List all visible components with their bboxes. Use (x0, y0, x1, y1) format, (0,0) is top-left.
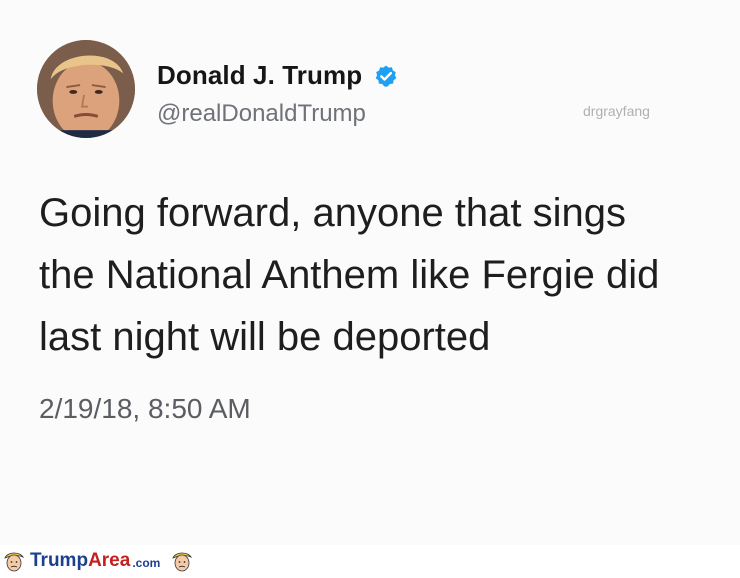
tweet-text-line: the National Anthem like Fergie did (39, 253, 660, 297)
verified-badge-icon (374, 64, 398, 88)
brand-logo[interactable]: Trump Area .com (2, 549, 194, 573)
brand-text-trump: Trump (30, 550, 89, 571)
tweet-card: Donald J. Trump @realDonaldTrump drgrayf… (0, 0, 740, 545)
avatar-portrait-icon (37, 40, 135, 138)
tweet-text: Going forward, anyone that sings the Nati… (39, 182, 729, 368)
caricature-face-icon (2, 549, 26, 573)
site-footer: Trump Area .com (0, 545, 740, 575)
author-row: Donald J. Trump (157, 60, 398, 91)
tweet-text-line: last night will be deported (39, 315, 491, 359)
brand-text-area: Area (88, 550, 131, 571)
author-display-name[interactable]: Donald J. Trump (157, 60, 362, 91)
brand-text-suffix: .com (132, 556, 161, 570)
avatar[interactable] (37, 40, 135, 138)
tweet-timestamp[interactable]: 2/19/18, 8:50 AM (39, 393, 251, 425)
author-handle[interactable]: @realDonaldTrump (157, 100, 366, 128)
tweet-text-line: Going forward, anyone that sings (39, 191, 627, 235)
caricature-face-icon (170, 549, 194, 573)
watermark: drgrayfang (583, 103, 650, 119)
